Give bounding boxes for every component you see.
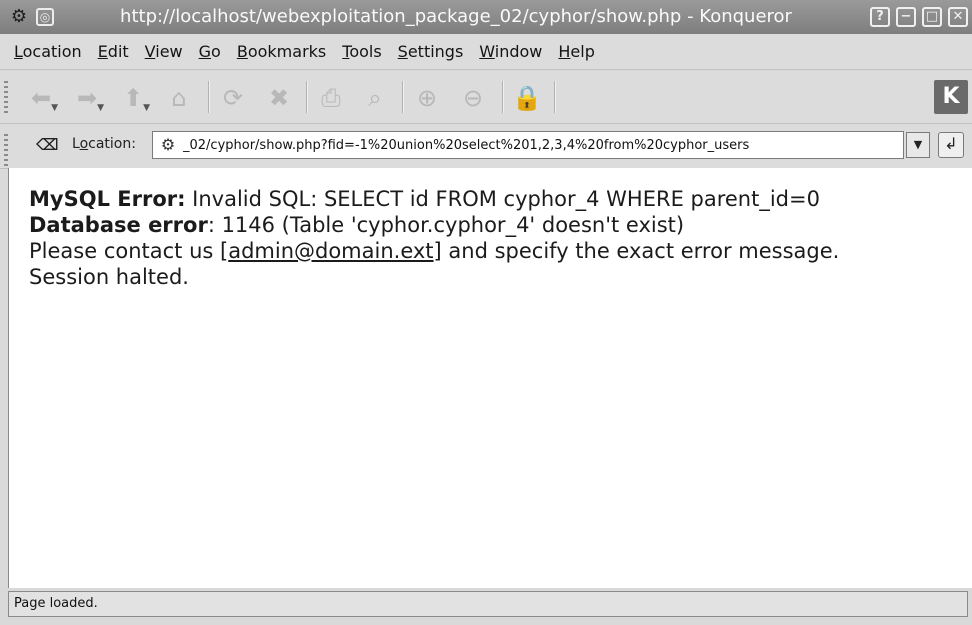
clear-location-icon[interactable]: ⌫ xyxy=(36,135,59,154)
menu-view-label: iew xyxy=(155,42,183,61)
location-toolbar: ⌫ Location: ⚙ ▼ ↲ xyxy=(0,124,972,169)
menu-settings[interactable]: Settings xyxy=(392,42,474,61)
menu-edit-label: dit xyxy=(107,42,129,61)
menu-tools-label: ools xyxy=(349,42,382,61)
find-icon[interactable]: ⌕ xyxy=(358,81,392,115)
admin-email-link[interactable]: admin@domain.ext xyxy=(228,239,433,263)
location-toolbar-grip[interactable] xyxy=(4,134,8,166)
page-view[interactable]: MySQL Error: Invalid SQL: SELECT id FROM… xyxy=(8,168,972,588)
close-button[interactable]: ✕ xyxy=(948,7,968,27)
window-title: http://localhost/webexploitation_package… xyxy=(120,6,792,27)
help-button[interactable]: ? xyxy=(870,7,890,27)
up-glyph: ⬆ xyxy=(122,84,144,112)
location-field[interactable]: ⚙ xyxy=(152,131,904,159)
menu-location-label: ocation xyxy=(22,42,82,61)
minimize-button[interactable]: − xyxy=(896,7,916,27)
location-history-dropdown[interactable]: ▼ xyxy=(906,132,930,158)
forward-glyph: ➡ xyxy=(76,84,98,112)
menu-help[interactable]: Help xyxy=(552,42,604,61)
menu-settings-label: ettings xyxy=(407,42,464,61)
contact-prefix: Please contact us [ xyxy=(29,239,229,263)
menu-help-label: elp xyxy=(570,42,595,61)
konqueror-app-icon[interactable]: ⚙ xyxy=(8,7,30,27)
menu-edit-mnemonic: E xyxy=(97,42,108,61)
mysql-error-line: MySQL Error: Invalid SQL: SELECT id FROM… xyxy=(29,186,959,212)
error-message: MySQL Error: Invalid SQL: SELECT id FROM… xyxy=(29,186,959,290)
kde-logo-icon[interactable]: K xyxy=(934,80,968,114)
home-icon[interactable]: ⌂ xyxy=(162,81,196,115)
back-glyph: ⬅ xyxy=(30,84,52,112)
konqueror-window: ⚙ ◎ http://localhost/webexploitation_pac… xyxy=(0,0,972,625)
back-dropdown-icon[interactable]: ▼ xyxy=(51,103,58,113)
location-label-suffix: cation: xyxy=(88,136,136,152)
menu-location-mnemonic: L xyxy=(14,42,23,61)
toolbar-grip[interactable] xyxy=(4,81,8,113)
menu-go-label: o xyxy=(211,42,221,61)
status-text: Page loaded. xyxy=(8,591,968,617)
status-bar: Page loaded. xyxy=(0,588,972,625)
menu-go[interactable]: Go xyxy=(193,42,231,61)
menu-location[interactable]: Location xyxy=(8,42,92,61)
favicon-icon: ⚙ xyxy=(160,135,176,154)
main-toolbar: ⬅ ▼ ➡ ▼ ⬆ ▼ ⌂ ⟳ ✖ ⎙ ⌕ ⊕ ⊖ 🔒 K xyxy=(0,71,972,124)
location-input[interactable] xyxy=(183,132,898,158)
forward-dropdown-icon[interactable]: ▼ xyxy=(97,103,104,113)
mysql-error-text: Invalid SQL: SELECT id FROM cyphor_4 WHE… xyxy=(185,187,820,211)
menu-window[interactable]: Window xyxy=(473,42,552,61)
menu-help-mnemonic: H xyxy=(558,42,571,61)
menu-bookmarks-label: ookmarks xyxy=(247,42,327,61)
menu-edit[interactable]: Edit xyxy=(92,42,139,61)
menu-view[interactable]: View xyxy=(139,42,193,61)
zoom-out-icon[interactable]: ⊖ xyxy=(456,81,490,115)
contact-line: Please contact us [admin@domain.ext] and… xyxy=(29,238,959,264)
location-label-mnemonic: o xyxy=(79,136,89,152)
menu-settings-mnemonic: S xyxy=(397,42,408,61)
forward-icon[interactable]: ➡ ▼ xyxy=(70,81,104,115)
toolbar-separator xyxy=(502,81,504,113)
go-button[interactable]: ↲ xyxy=(938,132,964,158)
toolbar-separator xyxy=(402,81,404,113)
back-icon[interactable]: ⬅ ▼ xyxy=(24,81,58,115)
menu-tools[interactable]: Tools xyxy=(336,42,391,61)
menu-bookmarks[interactable]: Bookmarks xyxy=(231,42,336,61)
maximize-button[interactable]: □ xyxy=(922,7,942,27)
menu-bookmarks-mnemonic: B xyxy=(236,42,248,61)
menu-window-label: indow xyxy=(494,42,543,61)
menu-view-mnemonic: V xyxy=(144,42,156,61)
window-menu-icon[interactable]: ◎ xyxy=(36,8,54,26)
up-icon[interactable]: ⬆ ▼ xyxy=(116,81,150,115)
print-icon[interactable]: ⎙ xyxy=(314,81,348,115)
database-error-line: Database error: 1146 (Table 'cyphor.cyph… xyxy=(29,212,959,238)
database-error-text: : 1146 (Table 'cyphor.cyphor_4' doesn't … xyxy=(207,213,685,237)
zoom-in-icon[interactable]: ⊕ xyxy=(410,81,444,115)
location-label: Location: xyxy=(72,136,136,152)
security-icon[interactable]: 🔒 xyxy=(510,81,544,115)
menu-bar: Location Edit View Go Bookmarks Tools Se… xyxy=(0,34,972,70)
mysql-error-label: MySQL Error: xyxy=(29,187,186,211)
stop-icon[interactable]: ✖ xyxy=(262,81,296,115)
reload-icon[interactable]: ⟳ xyxy=(216,81,250,115)
menu-window-mnemonic: W xyxy=(479,42,495,61)
toolbar-separator xyxy=(554,81,556,113)
session-halted-line: Session halted. xyxy=(29,265,189,289)
toolbar-separator xyxy=(208,81,210,113)
location-label-prefix: L xyxy=(72,136,80,152)
menu-go-mnemonic: G xyxy=(198,42,212,61)
database-error-label: Database error xyxy=(29,213,208,237)
title-bar[interactable]: ⚙ ◎ http://localhost/webexploitation_pac… xyxy=(0,0,972,35)
toolbar-separator xyxy=(306,81,308,113)
up-dropdown-icon[interactable]: ▼ xyxy=(143,103,150,113)
contact-suffix: ] and specify the exact error message. xyxy=(433,239,840,263)
